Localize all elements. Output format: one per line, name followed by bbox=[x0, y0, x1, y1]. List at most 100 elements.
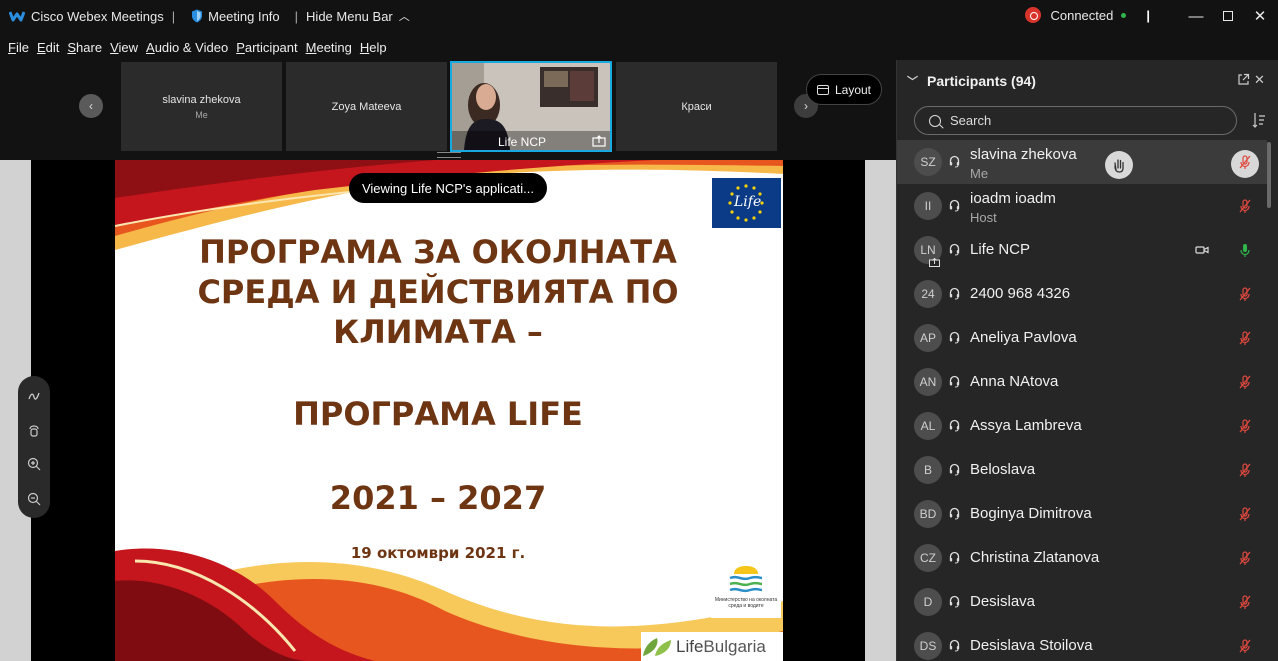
strip-prev-button[interactable]: ‹ bbox=[79, 94, 103, 118]
remote-control-icon[interactable] bbox=[27, 423, 41, 437]
annotation-toolbar bbox=[18, 376, 50, 518]
close-panel-icon[interactable]: ✕ bbox=[1254, 72, 1265, 88]
participant-row[interactable]: AL Assya Lambreva bbox=[897, 404, 1267, 448]
viewing-share-toast: Viewing Life NCP's applicati... bbox=[349, 173, 547, 203]
video-tile-krasi[interactable]: Краси bbox=[616, 62, 777, 151]
pop-out-icon[interactable] bbox=[1237, 73, 1250, 86]
life-logo-text: Life bbox=[734, 194, 762, 210]
microphone-muted-icon[interactable] bbox=[1237, 330, 1253, 346]
menu-share[interactable]: Share bbox=[67, 40, 102, 55]
menu-audio-video[interactable]: Audio & Video bbox=[146, 40, 228, 55]
video-tile-life-ncp[interactable]: Life NCP bbox=[450, 61, 612, 152]
connection-status[interactable]: Connected | bbox=[1025, 7, 1150, 23]
microphone-muted-icon[interactable] bbox=[1237, 154, 1253, 170]
avatar: SZ bbox=[914, 148, 942, 176]
avatar: AP bbox=[914, 324, 942, 352]
video-tile-zoya[interactable]: Zoya Mateeva bbox=[286, 62, 447, 151]
connected-dot-icon bbox=[1121, 12, 1127, 18]
lifebulgaria-leaf-icon bbox=[643, 637, 671, 656]
microphone-muted-icon[interactable] bbox=[1237, 198, 1253, 214]
participant-row[interactable]: DS Desislava Stoilova bbox=[897, 624, 1267, 661]
slide-title-line-1: ПРОГРАМА ЗА ОКОЛНАТА bbox=[199, 233, 677, 271]
app-title: Cisco Webex Meetings bbox=[31, 8, 164, 24]
menu-meeting[interactable]: Meeting bbox=[306, 40, 352, 55]
headset-icon bbox=[949, 639, 960, 652]
zoom-out-icon[interactable] bbox=[27, 492, 41, 506]
microphone-active-icon[interactable] bbox=[1237, 242, 1253, 258]
participant-row[interactable]: II ioadm ioadm Host bbox=[897, 184, 1267, 228]
webex-logo-icon bbox=[9, 11, 25, 22]
avatar: DS bbox=[914, 632, 942, 660]
participant-name: slavina zhekova bbox=[970, 146, 1077, 163]
sharing-icon bbox=[592, 135, 606, 147]
ministry-logo: Министерство на околната среда и водите bbox=[711, 560, 781, 618]
microphone-muted-icon[interactable] bbox=[1237, 462, 1253, 478]
menu-help[interactable]: Help bbox=[360, 40, 387, 55]
title-separator: | bbox=[294, 8, 299, 24]
headset-icon bbox=[949, 551, 960, 564]
layout-icon bbox=[816, 84, 829, 95]
maximize-button[interactable] bbox=[1210, 0, 1246, 32]
participant-search-input[interactable]: Search bbox=[914, 106, 1237, 135]
sort-list-icon[interactable] bbox=[1252, 112, 1266, 128]
participant-row[interactable]: 24 2400 968 4326 bbox=[897, 272, 1267, 316]
close-button[interactable]: ✕ bbox=[1242, 0, 1278, 32]
headset-icon bbox=[949, 199, 960, 212]
menu-edit[interactable]: Edit bbox=[37, 40, 59, 55]
participant-name: Desislava Stoilova bbox=[970, 637, 1093, 654]
participant-role: Host bbox=[970, 210, 997, 225]
menu-view[interactable]: View bbox=[110, 40, 138, 55]
zoom-in-icon[interactable] bbox=[27, 457, 41, 471]
slide-title-line-3: КЛИМАТА – bbox=[333, 313, 543, 351]
headset-icon bbox=[949, 595, 960, 608]
participant-row[interactable]: AN Anna NAtova bbox=[897, 360, 1267, 404]
menu-bar: File Edit Share View Audio & Video Parti… bbox=[0, 34, 395, 60]
chevron-up-icon: ︿ bbox=[398, 11, 410, 23]
participant-row[interactable]: B Beloslava bbox=[897, 448, 1267, 492]
avatar: CZ bbox=[914, 544, 942, 572]
hand-icon bbox=[1114, 159, 1124, 173]
participant-list-scrollbar[interactable] bbox=[1267, 142, 1271, 208]
headset-icon bbox=[949, 507, 960, 520]
avatar: 24 bbox=[914, 280, 942, 308]
participant-row[interactable]: AP Aneliya Pavlova bbox=[897, 316, 1267, 360]
raise-hand-button[interactable] bbox=[1105, 151, 1133, 179]
participant-row[interactable]: D Desislava bbox=[897, 580, 1267, 624]
microphone-muted-icon[interactable] bbox=[1237, 550, 1253, 566]
search-placeholder: Search bbox=[950, 113, 992, 128]
menu-file[interactable]: File bbox=[8, 40, 29, 55]
participant-row[interactable]: SZ slavina zhekova Me bbox=[897, 140, 1267, 184]
layout-button[interactable]: Layout bbox=[806, 74, 882, 105]
lifebulgaria-logo: Life Bulgaria bbox=[641, 632, 783, 661]
minimize-icon: — bbox=[1188, 7, 1204, 25]
chevron-down-icon[interactable]: ﹀ bbox=[907, 73, 918, 89]
participant-row[interactable]: BD Boginya Dimitrova bbox=[897, 492, 1267, 536]
microphone-muted-icon[interactable] bbox=[1237, 418, 1253, 434]
headset-icon bbox=[949, 243, 960, 256]
webex-window: Cisco Webex Meetings | Meeting Info | Hi… bbox=[0, 0, 1278, 661]
microphone-muted-icon[interactable] bbox=[1237, 594, 1253, 610]
microphone-muted-icon[interactable] bbox=[1237, 374, 1253, 390]
microphone-muted-icon[interactable] bbox=[1237, 286, 1253, 302]
slide-title-line-2: СРЕДА И ДЕЙСТВИЯТА ПО bbox=[197, 273, 679, 311]
menu-participant[interactable]: Participant bbox=[236, 40, 297, 55]
video-tile-slavina[interactable]: slavina zhekova Me bbox=[121, 62, 282, 151]
participants-panel: ﹀ Participants (94) ✕ Search SZ slavina z… bbox=[896, 60, 1278, 661]
participant-row[interactable]: LN Life NCP bbox=[897, 228, 1267, 272]
avatar: D bbox=[914, 588, 942, 616]
meeting-info-button[interactable]: Meeting Info bbox=[191, 9, 280, 24]
slide-title-line-4: ПРОГРАМА LIFE bbox=[293, 395, 583, 433]
avatar: BD bbox=[914, 500, 942, 528]
strip-resize-handle[interactable] bbox=[437, 152, 461, 158]
minimize-button[interactable]: — bbox=[1178, 0, 1214, 32]
tile-name: Zoya Mateeva bbox=[331, 100, 402, 113]
microphone-muted-icon[interactable] bbox=[1237, 506, 1253, 522]
hide-menu-bar-button[interactable]: Hide Menu Bar ︿ bbox=[306, 8, 410, 24]
participant-name: Life NCP bbox=[970, 241, 1031, 258]
title-separator: | bbox=[171, 8, 176, 24]
participant-row[interactable]: CZ Christina Zlatanova bbox=[897, 536, 1267, 580]
annotate-pen-icon[interactable] bbox=[27, 389, 41, 403]
microphone-muted-icon[interactable] bbox=[1237, 638, 1253, 654]
tile-name: Краси bbox=[681, 100, 712, 113]
participant-name: 2400 968 4326 bbox=[970, 285, 1071, 302]
